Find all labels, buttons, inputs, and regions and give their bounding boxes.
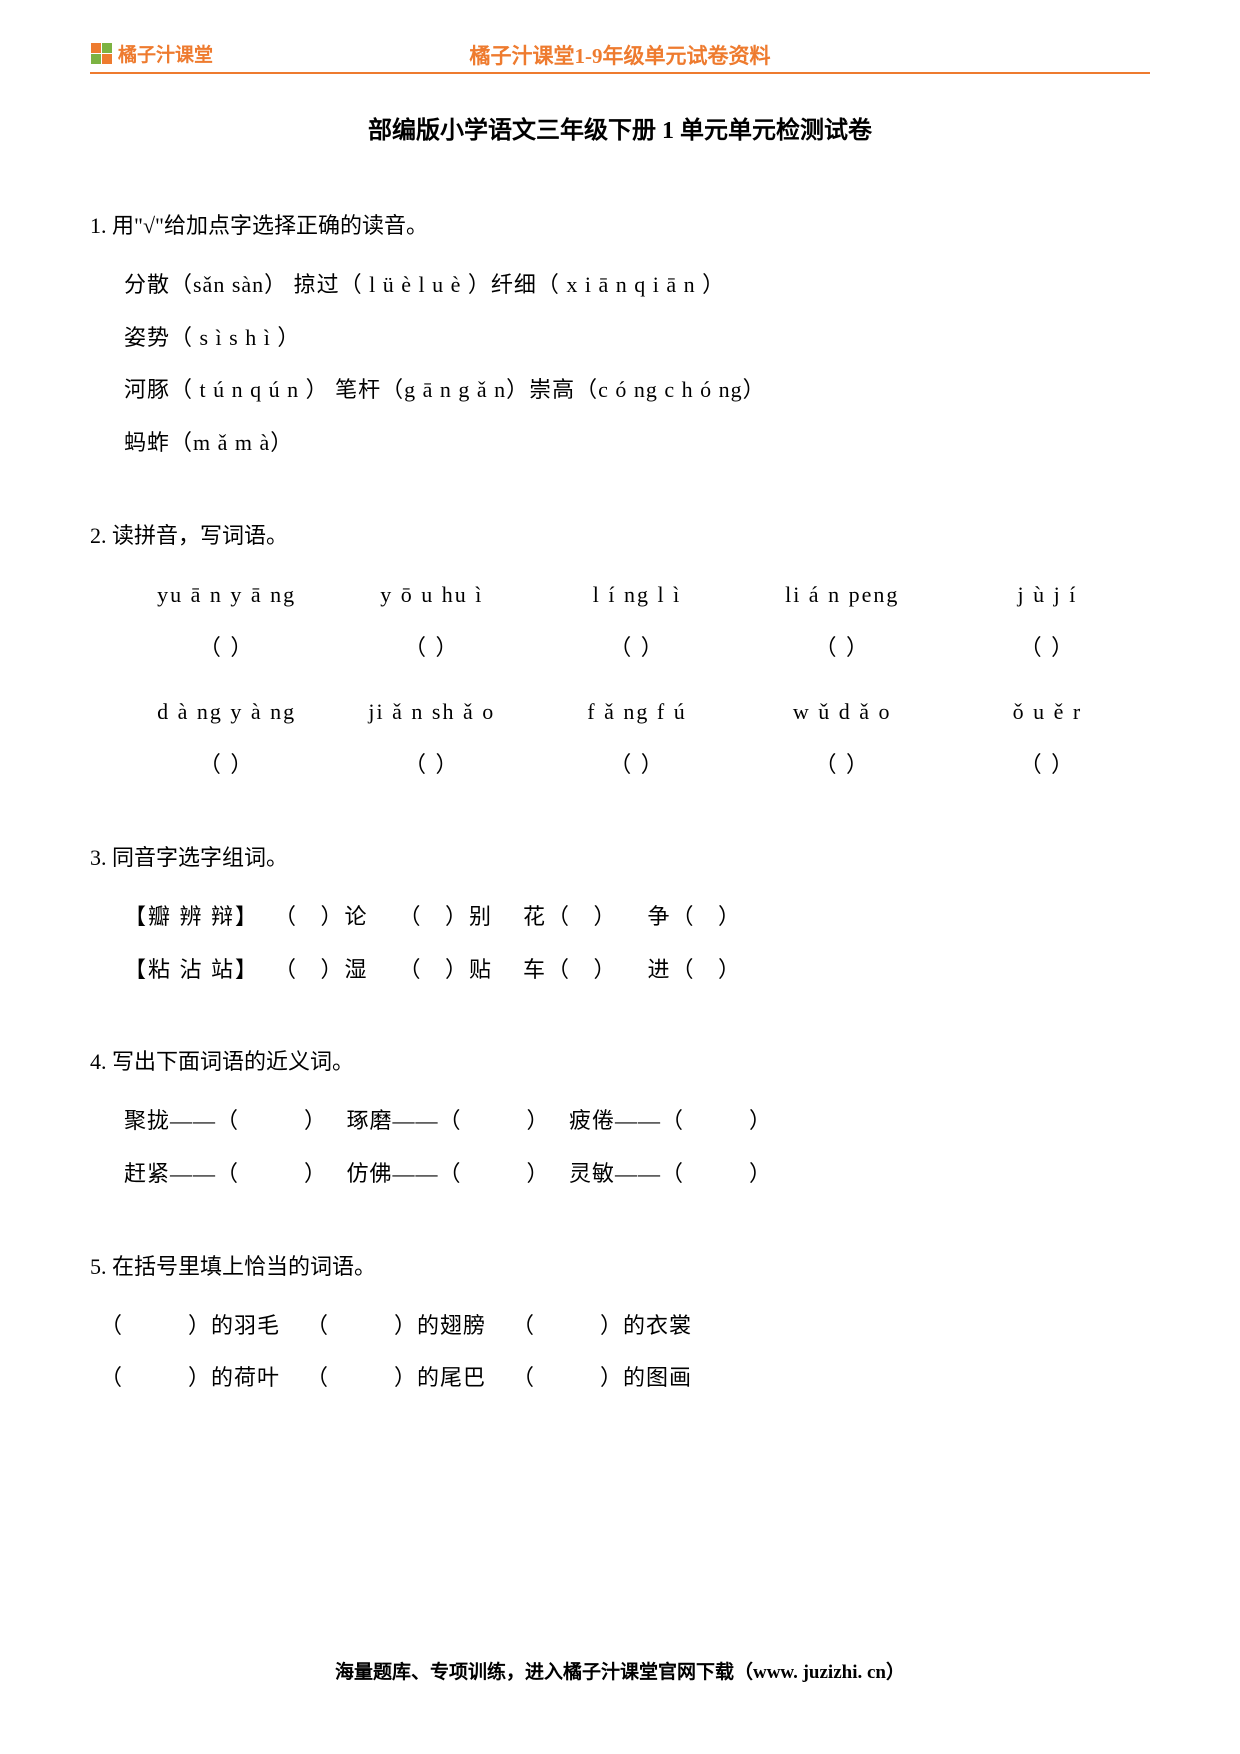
q2-pinyin-1: yu ā n y ā ng — [124, 569, 329, 622]
question-2: 2. 读拼音，写词语。 yu ā n y ā ng y ō u hu ì l í… — [90, 510, 1150, 792]
q2-pinyin-row2: d à ng y à ng ji ǎ n sh ǎ o f ǎ ng f ú w… — [124, 686, 1150, 739]
q2-bracket: （ ） — [945, 739, 1150, 792]
q5-line2: （ ）的荷叶 （ ）的尾巴 （ ）的图画 — [100, 1352, 1150, 1405]
q1-line3: 河豚（ t ú n q ú n ） 笔杆（g ā n g ǎ n）崇高（c ó … — [124, 364, 1150, 417]
q2-body: yu ā n y ā ng y ō u hu ì l í ng l ì li á… — [90, 569, 1150, 792]
q2-bracket: （ ） — [945, 622, 1150, 675]
header-divider — [90, 72, 1150, 74]
q4-body: 聚拢——（ ） 琢磨——（ ） 疲倦——（ ） 赶紧——（ ） 仿佛——（ ） … — [90, 1095, 1150, 1201]
q2-pinyin-9: w ǔ d ǎ o — [740, 686, 945, 739]
q2-pinyin-5: j ù j í — [945, 569, 1150, 622]
logo-text: 橘子汁课堂 — [118, 40, 213, 67]
q3-body: 【瓣 辨 辩】 （ ）论 （ ）别 花（ ） 争（ ） 【粘 沾 站】 （ ）湿… — [90, 891, 1150, 997]
q3-line1: 【瓣 辨 辩】 （ ）论 （ ）别 花（ ） 争（ ） — [124, 891, 1150, 944]
q3-line2: 【粘 沾 站】 （ ）湿 （ ）贴 车（ ） 进（ ） — [124, 944, 1150, 997]
question-3: 3. 同音字选字组词。 【瓣 辨 辩】 （ ）论 （ ）别 花（ ） 争（ ） … — [90, 832, 1150, 996]
q1-line2: 姿势（ s ì s h ì ） — [124, 312, 1150, 365]
q2-bracket: （ ） — [124, 622, 329, 675]
q2-pinyin-4: li á n peng — [740, 569, 945, 622]
q2-pinyin-3: l í ng l ì — [534, 569, 739, 622]
q1-line4: 蚂蚱（m ǎ m à） — [124, 417, 1150, 470]
q2-pinyin-6: d à ng y à ng — [124, 686, 329, 739]
main-title: 部编版小学语文三年级下册 1 单元单元检测试卷 — [368, 110, 872, 145]
q5-title: 5. 在括号里填上恰当的词语。 — [90, 1241, 1150, 1294]
q2-bracket: （ ） — [534, 739, 739, 792]
q2-pinyin-7: ji ǎ n sh ǎ o — [329, 686, 534, 739]
q2-bracket: （ ） — [534, 622, 739, 675]
question-5: 5. 在括号里填上恰当的词语。 （ ）的羽毛 （ ）的翅膀 （ ）的衣裳 （ ）… — [90, 1241, 1150, 1405]
q4-line2: 赶紧——（ ） 仿佛——（ ） 灵敏——（ ） — [124, 1148, 1150, 1201]
question-1: 1. 用"√"给加点字选择正确的读音。 分散（sǎn sàn） 掠过（ l ü … — [90, 200, 1150, 470]
q2-bracket: （ ） — [124, 739, 329, 792]
q3-title: 3. 同音字选字组词。 — [90, 832, 1150, 885]
page-header: 橘子汁课堂 橘子汁课堂1-9年级单元试卷资料 — [0, 40, 1240, 67]
page-footer: 海量题库、专项训练，进入橘子汁课堂官网下载（www. juzizhi. cn） — [335, 1657, 905, 1684]
q5-line1: （ ）的羽毛 （ ）的翅膀 （ ）的衣裳 — [100, 1300, 1150, 1353]
q2-title: 2. 读拼音，写词语。 — [90, 510, 1150, 563]
logo-icon — [90, 43, 112, 65]
q2-bracket: （ ） — [329, 622, 534, 675]
q2-pinyin-2: y ō u hu ì — [329, 569, 534, 622]
q2-pinyin-10: ǒ u ě r — [945, 686, 1150, 739]
q4-title: 4. 写出下面词语的近义词。 — [90, 1036, 1150, 1089]
q1-line1: 分散（sǎn sàn） 掠过（ l ü è l u è ）纤细（ x i ā n… — [124, 259, 1150, 312]
q2-bracket: （ ） — [740, 622, 945, 675]
question-4: 4. 写出下面词语的近义词。 聚拢——（ ） 琢磨——（ ） 疲倦——（ ） 赶… — [90, 1036, 1150, 1200]
q2-pinyin-row1: yu ā n y ā ng y ō u hu ì l í ng l ì li á… — [124, 569, 1150, 622]
q2-bracket: （ ） — [329, 739, 534, 792]
q2-bracket: （ ） — [740, 739, 945, 792]
q2-bracket-row2: （ ） （ ） （ ） （ ） （ ） — [124, 739, 1150, 792]
header-subtitle: 橘子汁课堂1-9年级单元试卷资料 — [470, 40, 771, 70]
q1-title: 1. 用"√"给加点字选择正确的读音。 — [90, 200, 1150, 253]
q2-pinyin-8: f ǎ ng f ú — [534, 686, 739, 739]
content-area: 1. 用"√"给加点字选择正确的读音。 分散（sǎn sàn） 掠过（ l ü … — [90, 200, 1150, 1445]
q5-body: （ ）的羽毛 （ ）的翅膀 （ ）的衣裳 （ ）的荷叶 （ ）的尾巴 （ ）的图… — [90, 1300, 1150, 1406]
q1-body: 分散（sǎn sàn） 掠过（ l ü è l u è ）纤细（ x i ā n… — [90, 259, 1150, 470]
q2-bracket-row1: （ ） （ ） （ ） （ ） （ ） — [124, 622, 1150, 675]
q4-line1: 聚拢——（ ） 琢磨——（ ） 疲倦——（ ） — [124, 1095, 1150, 1148]
